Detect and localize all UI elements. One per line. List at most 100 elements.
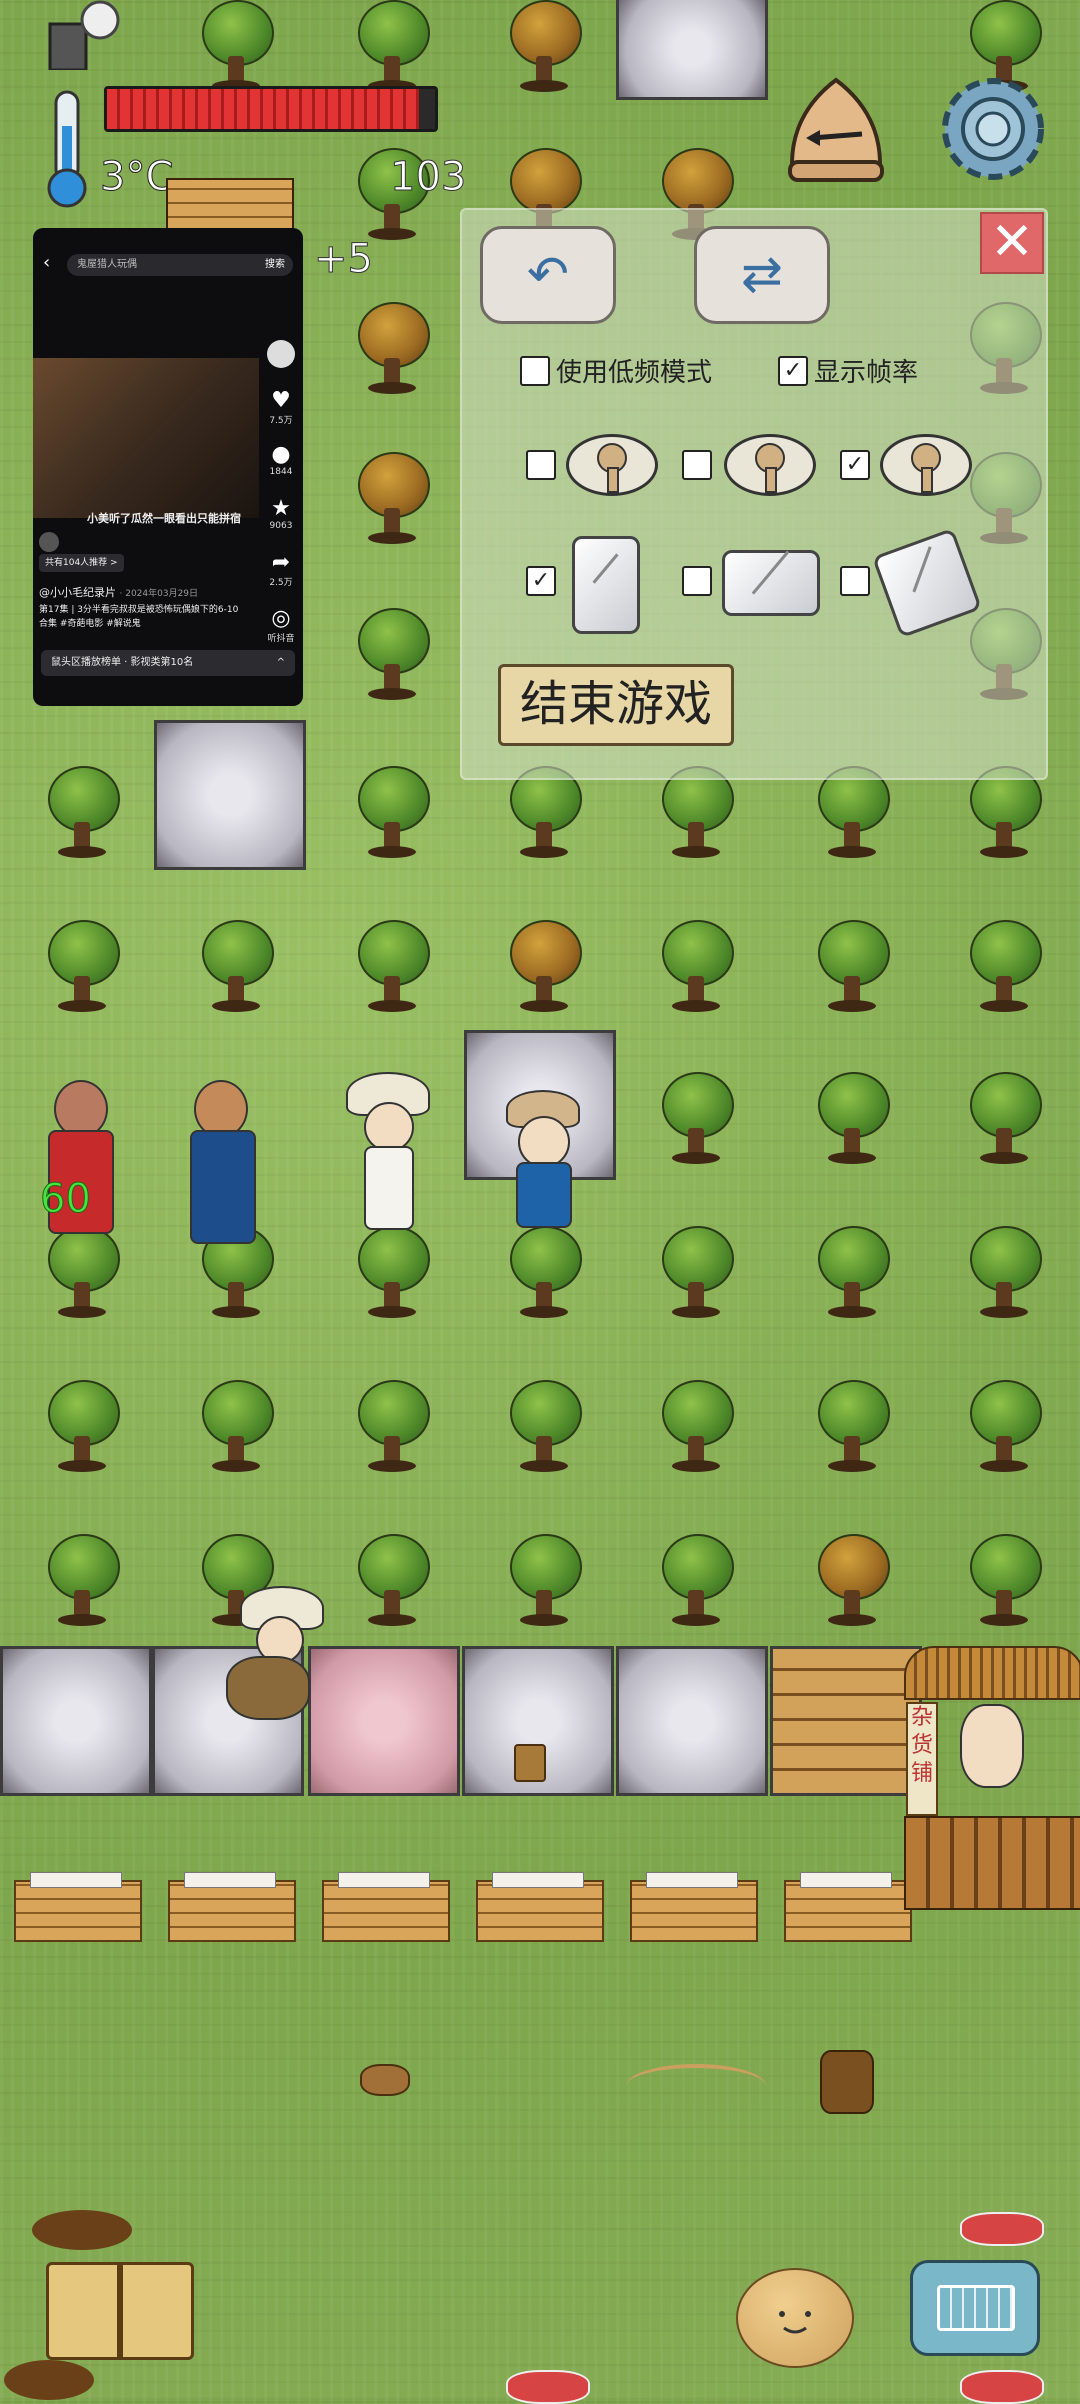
star-icon: ★ xyxy=(271,496,291,521)
dirt-pile-item[interactable] xyxy=(32,2210,132,2250)
villager-with-hat-and-basket[interactable] xyxy=(226,1586,326,1736)
view-mode-checkbox[interactable] xyxy=(526,450,556,480)
refresh-arrows-icon: ⇄ xyxy=(741,245,783,303)
storage-crate[interactable] xyxy=(630,1872,758,1942)
food-crate-icon xyxy=(166,178,294,232)
arrow-quiver-item[interactable] xyxy=(820,2050,874,2114)
video-bottom-bar-text: 鼠头区播放榜单 · 影视类第10名 xyxy=(51,657,194,668)
refresh-button[interactable]: ⇄ xyxy=(694,226,830,324)
red-item[interactable] xyxy=(960,2212,1044,2246)
stone-floor-tile[interactable] xyxy=(616,1646,768,1796)
tree xyxy=(656,1072,736,1168)
undo-arrow-icon: ↶ xyxy=(527,245,569,303)
view-mode-close-icon[interactable] xyxy=(880,434,972,496)
tree xyxy=(964,1534,1044,1630)
tree xyxy=(352,766,432,862)
tree xyxy=(812,1534,892,1630)
favorite-count: 9063 xyxy=(269,521,293,531)
landscape-phone-icon[interactable] xyxy=(722,550,820,616)
view-mode-far-icon[interactable] xyxy=(566,434,658,496)
hunger-bar xyxy=(104,86,438,132)
like-button[interactable]: ♥ 7.5万 xyxy=(265,388,297,426)
keyboard-chat-button[interactable] xyxy=(910,2260,1040,2356)
undo-button[interactable]: ↶ xyxy=(480,226,616,324)
bow-item[interactable] xyxy=(626,2064,766,2108)
show-fps-checkbox[interactable]: ✓ xyxy=(778,356,808,386)
red-item[interactable] xyxy=(960,2370,1044,2404)
tree xyxy=(504,1226,584,1322)
home-direction-button[interactable] xyxy=(784,74,888,190)
tree xyxy=(964,766,1044,862)
listen-label: 听抖音 xyxy=(267,634,295,644)
orientation-checkbox[interactable] xyxy=(682,566,712,596)
tree xyxy=(352,1380,432,1476)
video-search-bar[interactable]: 鬼屋猎人玩偶 搜索 xyxy=(67,254,293,276)
portrait-phone-icon[interactable] xyxy=(572,536,640,634)
favorite-button[interactable]: ★ 9063 xyxy=(265,496,297,531)
food-counter: 103 xyxy=(389,154,467,201)
dirt-pile-item[interactable] xyxy=(4,2360,94,2400)
red-item[interactable] xyxy=(506,2370,590,2404)
stone-floor-tile[interactable] xyxy=(0,1646,152,1796)
creator-follow-avatar[interactable] xyxy=(265,340,297,368)
settings-gear-icon[interactable] xyxy=(930,66,1056,192)
hunger-bar-fill xyxy=(107,89,419,129)
wooden-bucket-item[interactable] xyxy=(514,1744,546,1782)
tree xyxy=(352,452,432,548)
tree xyxy=(42,920,122,1016)
view-mode-medium-icon[interactable] xyxy=(724,434,816,496)
share-count: 2.5万 xyxy=(269,578,293,588)
thermometer-icon xyxy=(38,86,94,212)
tree xyxy=(656,1226,736,1322)
storage-crate[interactable] xyxy=(322,1872,450,1942)
hud-top-decoration xyxy=(0,0,120,72)
plank-floor-tile[interactable] xyxy=(770,1646,922,1796)
tree xyxy=(964,1072,1044,1168)
close-button[interactable]: ✕ xyxy=(980,212,1044,274)
storage-crate[interactable] xyxy=(784,1872,912,1942)
close-icon: ✕ xyxy=(990,212,1034,272)
tree xyxy=(504,0,584,96)
emote-button[interactable] xyxy=(736,2268,854,2368)
video-frame[interactable] xyxy=(33,358,259,518)
stone-floor-tile[interactable] xyxy=(154,720,306,870)
video-bottom-bar[interactable]: 鼠头区播放榜单 · 影视类第10名 ^ xyxy=(41,650,295,676)
player-character[interactable] xyxy=(500,1090,584,1240)
listen-button[interactable]: ◎ 听抖音 xyxy=(265,606,297,644)
end-game-button[interactable]: 结束游戏 xyxy=(498,664,734,746)
storage-crate[interactable] xyxy=(476,1872,604,1942)
tree xyxy=(656,920,736,1016)
view-mode-checkbox[interactable] xyxy=(682,450,712,480)
tree xyxy=(352,0,432,96)
villager-white-dress[interactable] xyxy=(346,1072,430,1232)
tree xyxy=(352,302,432,398)
video-collection: 第17集 | 3分半看完叔叔是被恐怖玩偶娘下的6-10 xyxy=(39,605,239,615)
back-arrow-icon[interactable]: ‹ xyxy=(43,252,50,273)
storage-crate[interactable] xyxy=(168,1872,296,1942)
recommend-pill[interactable]: 共有104人推荐 > xyxy=(39,554,124,572)
low-frequency-checkbox[interactable] xyxy=(520,356,550,386)
creator-avatar[interactable] xyxy=(39,532,59,552)
floating-video-window[interactable]: ‹ 鬼屋猎人玩偶 搜索 小美听了瓜然一眼看出只能拼宿 共有104人推荐 > @小… xyxy=(33,228,303,706)
tree xyxy=(352,1226,432,1322)
comment-button[interactable]: ● 1844 xyxy=(265,442,297,477)
tree xyxy=(812,766,892,862)
view-mode-checkbox[interactable]: ✓ xyxy=(840,450,870,480)
author-name[interactable]: @小小毛纪录片 xyxy=(39,586,116,599)
wool-floor-tile[interactable] xyxy=(308,1646,460,1796)
video-author[interactable]: @小小毛纪录片 · 2024年03月29日 xyxy=(33,586,293,601)
villager-blue-cloak[interactable] xyxy=(170,1080,270,1270)
stone-floor-tile[interactable] xyxy=(616,0,768,100)
orientation-checkbox[interactable]: ✓ xyxy=(526,566,556,596)
orientation-checkbox[interactable] xyxy=(840,566,870,596)
tree xyxy=(504,920,584,1016)
storage-crate[interactable] xyxy=(14,1872,142,1942)
merchant-npc[interactable] xyxy=(960,1704,1024,1788)
grocery-stall[interactable]: 杂货铺 xyxy=(904,1646,1080,1930)
basket-item[interactable] xyxy=(360,2064,410,2096)
heart-icon: ♥ xyxy=(271,388,291,413)
share-button[interactable]: ➦ 2.5万 xyxy=(265,550,297,588)
tree xyxy=(812,920,892,1016)
video-search-button[interactable]: 搜索 xyxy=(265,254,285,276)
recipe-book-button[interactable] xyxy=(46,2262,194,2360)
